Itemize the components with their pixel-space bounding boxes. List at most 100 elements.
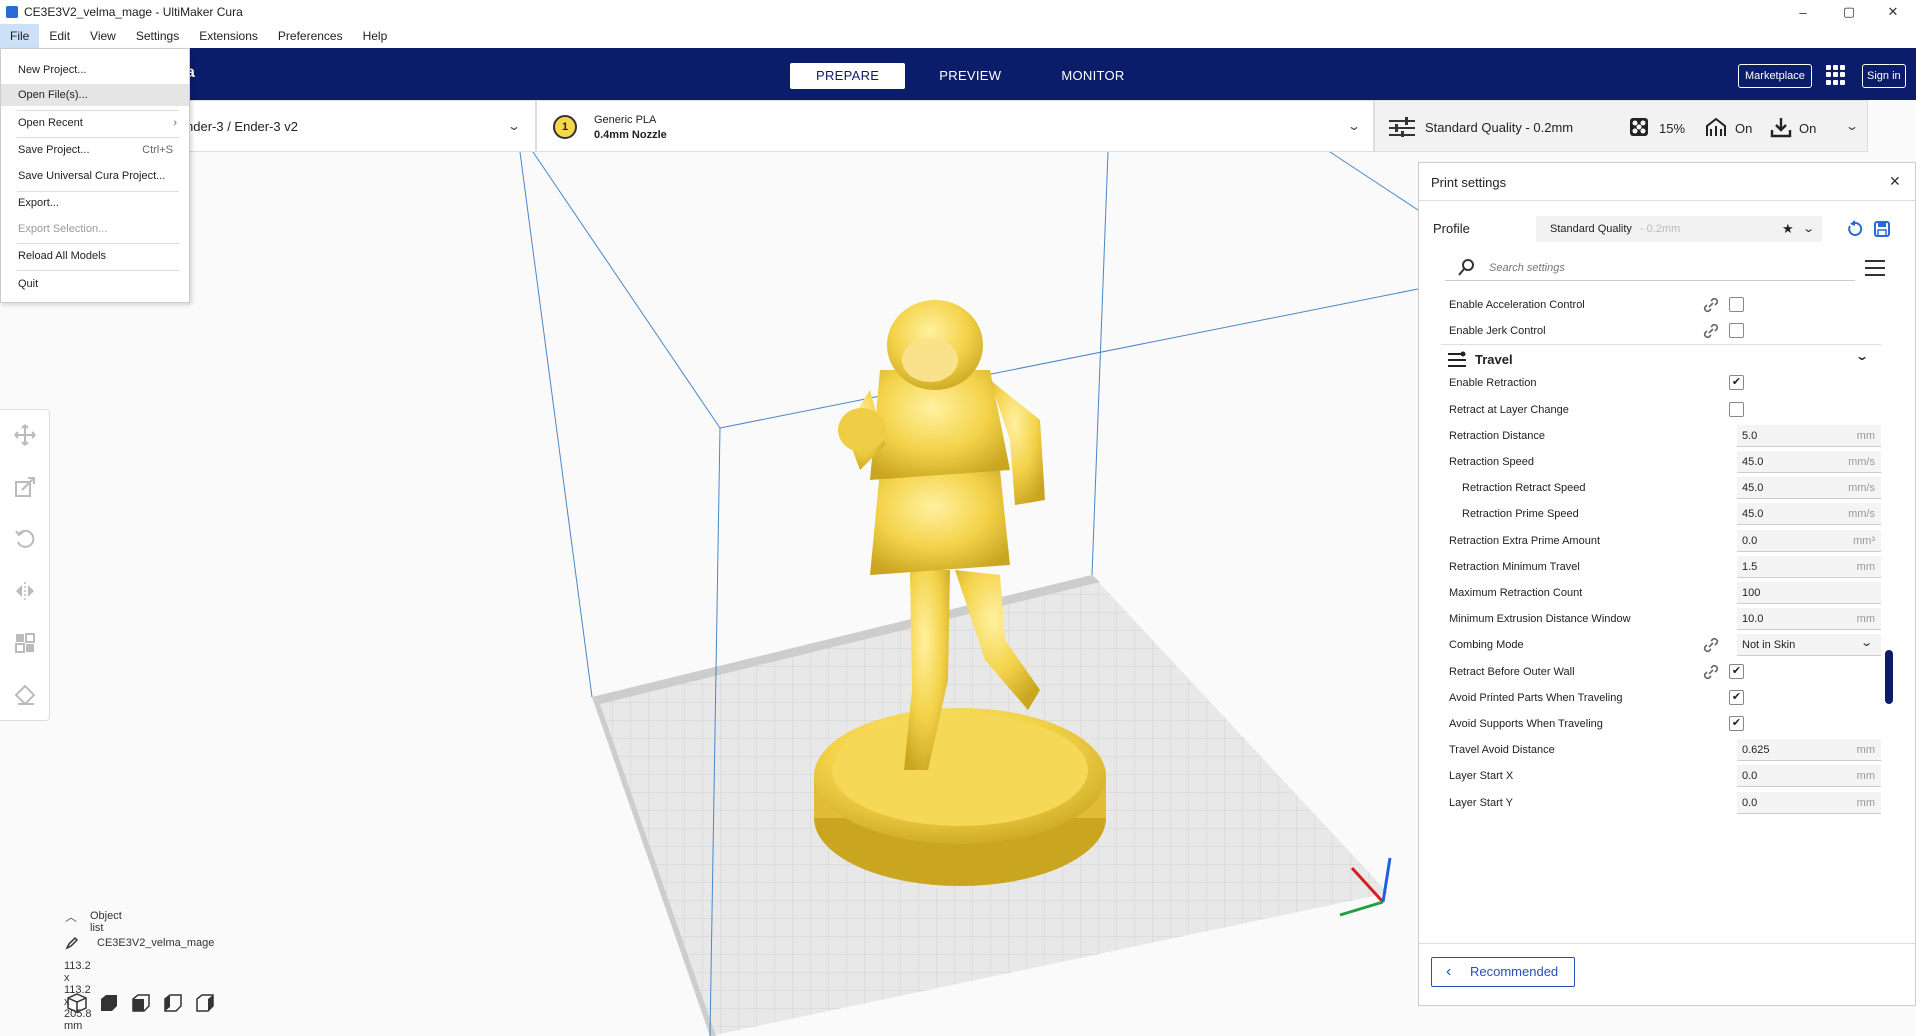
minimize-button[interactable]: – xyxy=(1780,0,1826,24)
menu-item-open-recent[interactable]: Open Recent › xyxy=(1,112,189,134)
setting-value: 5.0 xyxy=(1742,429,1758,442)
setting-unit: mm xyxy=(1856,560,1875,573)
rotate-tool-icon[interactable] xyxy=(13,527,37,551)
setting-row: Retract at Layer Change xyxy=(1419,397,1899,423)
printer-name: nder-3 / Ender-3 v2 xyxy=(186,119,299,134)
view-left-icon[interactable] xyxy=(162,992,184,1014)
setting-checkbox[interactable]: ✔ xyxy=(1729,375,1744,391)
menu-item-export[interactable]: Export... xyxy=(1,192,189,214)
setting-checkbox[interactable] xyxy=(1729,401,1744,417)
hamburger-menu-icon[interactable] xyxy=(1865,260,1885,276)
material-selector[interactable]: 1 Generic PLA 0.4mm Nozzle ⌄ xyxy=(536,100,1374,152)
setting-checkbox[interactable]: ✔ xyxy=(1729,663,1744,679)
view-right-icon[interactable] xyxy=(194,992,216,1014)
menu-preferences[interactable]: Preferences xyxy=(268,24,353,48)
setting-field[interactable]: 10.0 mm xyxy=(1737,608,1881,631)
setting-field[interactable]: 45.0 mm/s xyxy=(1737,503,1881,526)
setting-name: Avoid Supports When Traveling xyxy=(1449,718,1603,730)
setting-value: 0.625 xyxy=(1742,744,1770,757)
setting-unit: mm/s xyxy=(1848,456,1875,468)
mirror-tool-icon[interactable] xyxy=(13,579,37,603)
setting-select[interactable]: Not in Skin ⌄ xyxy=(1737,634,1881,657)
menu-bar: File Edit View Settings Extensions Prefe… xyxy=(0,24,1916,48)
chevron-down-icon: ⌄ xyxy=(1859,637,1873,650)
setting-field[interactable]: 100 xyxy=(1737,582,1881,604)
menu-extensions[interactable]: Extensions xyxy=(189,24,268,48)
setting-row: Retraction Retract Speed 45.0 mm/s xyxy=(1419,475,1899,501)
per-model-settings-icon[interactable] xyxy=(13,631,37,655)
extruder-badge: 1 xyxy=(553,115,577,139)
menu-item-reload-all[interactable]: Reload All Models xyxy=(1,245,189,267)
view-3d-icon[interactable] xyxy=(66,992,88,1014)
menu-item-save-universal[interactable]: Save Universal Cura Project... xyxy=(1,165,189,187)
setting-row: Avoid Supports When Traveling ✔ xyxy=(1419,711,1899,737)
apps-grid-icon[interactable] xyxy=(1826,65,1846,85)
setting-checkbox[interactable]: ✔ xyxy=(1729,689,1744,705)
setting-name: Travel Avoid Distance xyxy=(1449,744,1555,757)
menu-item-new-project[interactable]: New Project... xyxy=(1,59,189,81)
recommended-button[interactable]: ‹ Recommended xyxy=(1431,957,1575,987)
print-settings-panel: Print settings ✕ Profile Standard Qualit… xyxy=(1418,162,1916,1006)
tab-preview[interactable]: PREVIEW xyxy=(913,63,1027,89)
chevron-left-icon: ‹ xyxy=(1446,963,1452,980)
setting-unit: mm³ xyxy=(1853,534,1875,547)
object-list-title: Object list xyxy=(90,910,122,934)
move-tool-icon[interactable] xyxy=(13,423,37,447)
menu-help[interactable]: Help xyxy=(353,24,398,48)
setting-field[interactable]: 1.5 mm xyxy=(1737,555,1881,578)
setting-value: 0.0 xyxy=(1742,796,1758,809)
setting-value: 0.0 xyxy=(1742,534,1758,547)
adhesion-value: On xyxy=(1799,121,1817,136)
menu-item-quit[interactable]: Quit xyxy=(1,273,189,295)
menu-file[interactable]: File xyxy=(0,24,40,48)
setting-value: 45.0 xyxy=(1742,508,1764,521)
marketplace-button[interactable]: Marketplace xyxy=(1738,64,1812,88)
setting-field[interactable]: 45.0 mm/s xyxy=(1737,477,1881,500)
settings-scrollbar[interactable] xyxy=(1885,650,1893,704)
save-profile-icon[interactable] xyxy=(1873,220,1891,238)
menu-settings[interactable]: Settings xyxy=(126,24,189,48)
close-window-button[interactable]: ✕ xyxy=(1870,0,1916,24)
setting-checkbox[interactable] xyxy=(1729,297,1744,312)
menu-item-open-files[interactable]: Open File(s)... xyxy=(1,84,189,106)
search-input[interactable] xyxy=(1489,259,1829,277)
tool-panel xyxy=(0,409,50,721)
reset-icon[interactable] xyxy=(1846,220,1864,238)
setting-row: Travel Avoid Distance 0.625 mm xyxy=(1419,737,1899,763)
pencil-icon xyxy=(65,936,79,950)
print-settings-summary[interactable]: Standard Quality - 0.2mm 15% On On ⌄ xyxy=(1374,100,1868,152)
category-travel[interactable]: Travel ⌄ xyxy=(1441,344,1881,372)
setting-unit: mm xyxy=(1856,613,1875,626)
settings-search[interactable] xyxy=(1445,255,1855,281)
close-icon[interactable]: ✕ xyxy=(1889,173,1901,190)
view-top-icon[interactable] xyxy=(130,992,152,1014)
menu-item-save-project[interactable]: Save Project... Ctrl+S xyxy=(1,139,189,161)
setting-name: Retraction Retract Speed xyxy=(1462,482,1586,495)
setting-row: Minimum Extrusion Distance Window 10.0 mm xyxy=(1419,606,1899,632)
y-axis-indicator xyxy=(1339,900,1384,917)
scale-tool-icon[interactable] xyxy=(13,475,37,499)
tab-monitor[interactable]: MONITOR xyxy=(1035,63,1150,89)
setting-row: Retraction Extra Prime Amount 0.0 mm³ xyxy=(1419,528,1899,554)
view-front-icon[interactable] xyxy=(98,992,120,1014)
travel-icon xyxy=(1448,351,1466,368)
maximize-button[interactable]: ▢ xyxy=(1826,0,1872,24)
setting-checkbox[interactable]: ✔ xyxy=(1729,716,1744,731)
setting-field[interactable]: 0.0 mm xyxy=(1737,791,1881,814)
setting-checkbox[interactable] xyxy=(1729,323,1744,339)
setting-field[interactable]: 0.0 mm³ xyxy=(1737,529,1881,552)
setting-row: Avoid Printed Parts When Traveling ✔ xyxy=(1419,685,1899,711)
setting-field[interactable]: 0.625 mm xyxy=(1737,739,1881,762)
settings-list: Enable Acceleration Control Enable Jerk C… xyxy=(1419,291,1899,943)
menu-edit[interactable]: Edit xyxy=(39,24,80,48)
tab-prepare[interactable]: PREPARE xyxy=(790,63,906,89)
sign-in-button[interactable]: Sign in xyxy=(1862,64,1906,88)
support-blocker-icon[interactable] xyxy=(13,683,37,707)
setting-field[interactable]: 5.0 mm xyxy=(1737,424,1881,447)
menu-view[interactable]: View xyxy=(80,24,126,48)
star-icon[interactable]: ★ xyxy=(1782,216,1794,242)
setting-field[interactable]: 0.0 mm xyxy=(1737,765,1881,788)
setting-field[interactable]: 45.0 mm/s xyxy=(1737,451,1881,473)
profile-dropdown[interactable]: Standard Quality - 0.2mm ★ ⌄ xyxy=(1536,216,1822,242)
setting-row: Layer Start Y 0.0 mm xyxy=(1419,790,1899,816)
